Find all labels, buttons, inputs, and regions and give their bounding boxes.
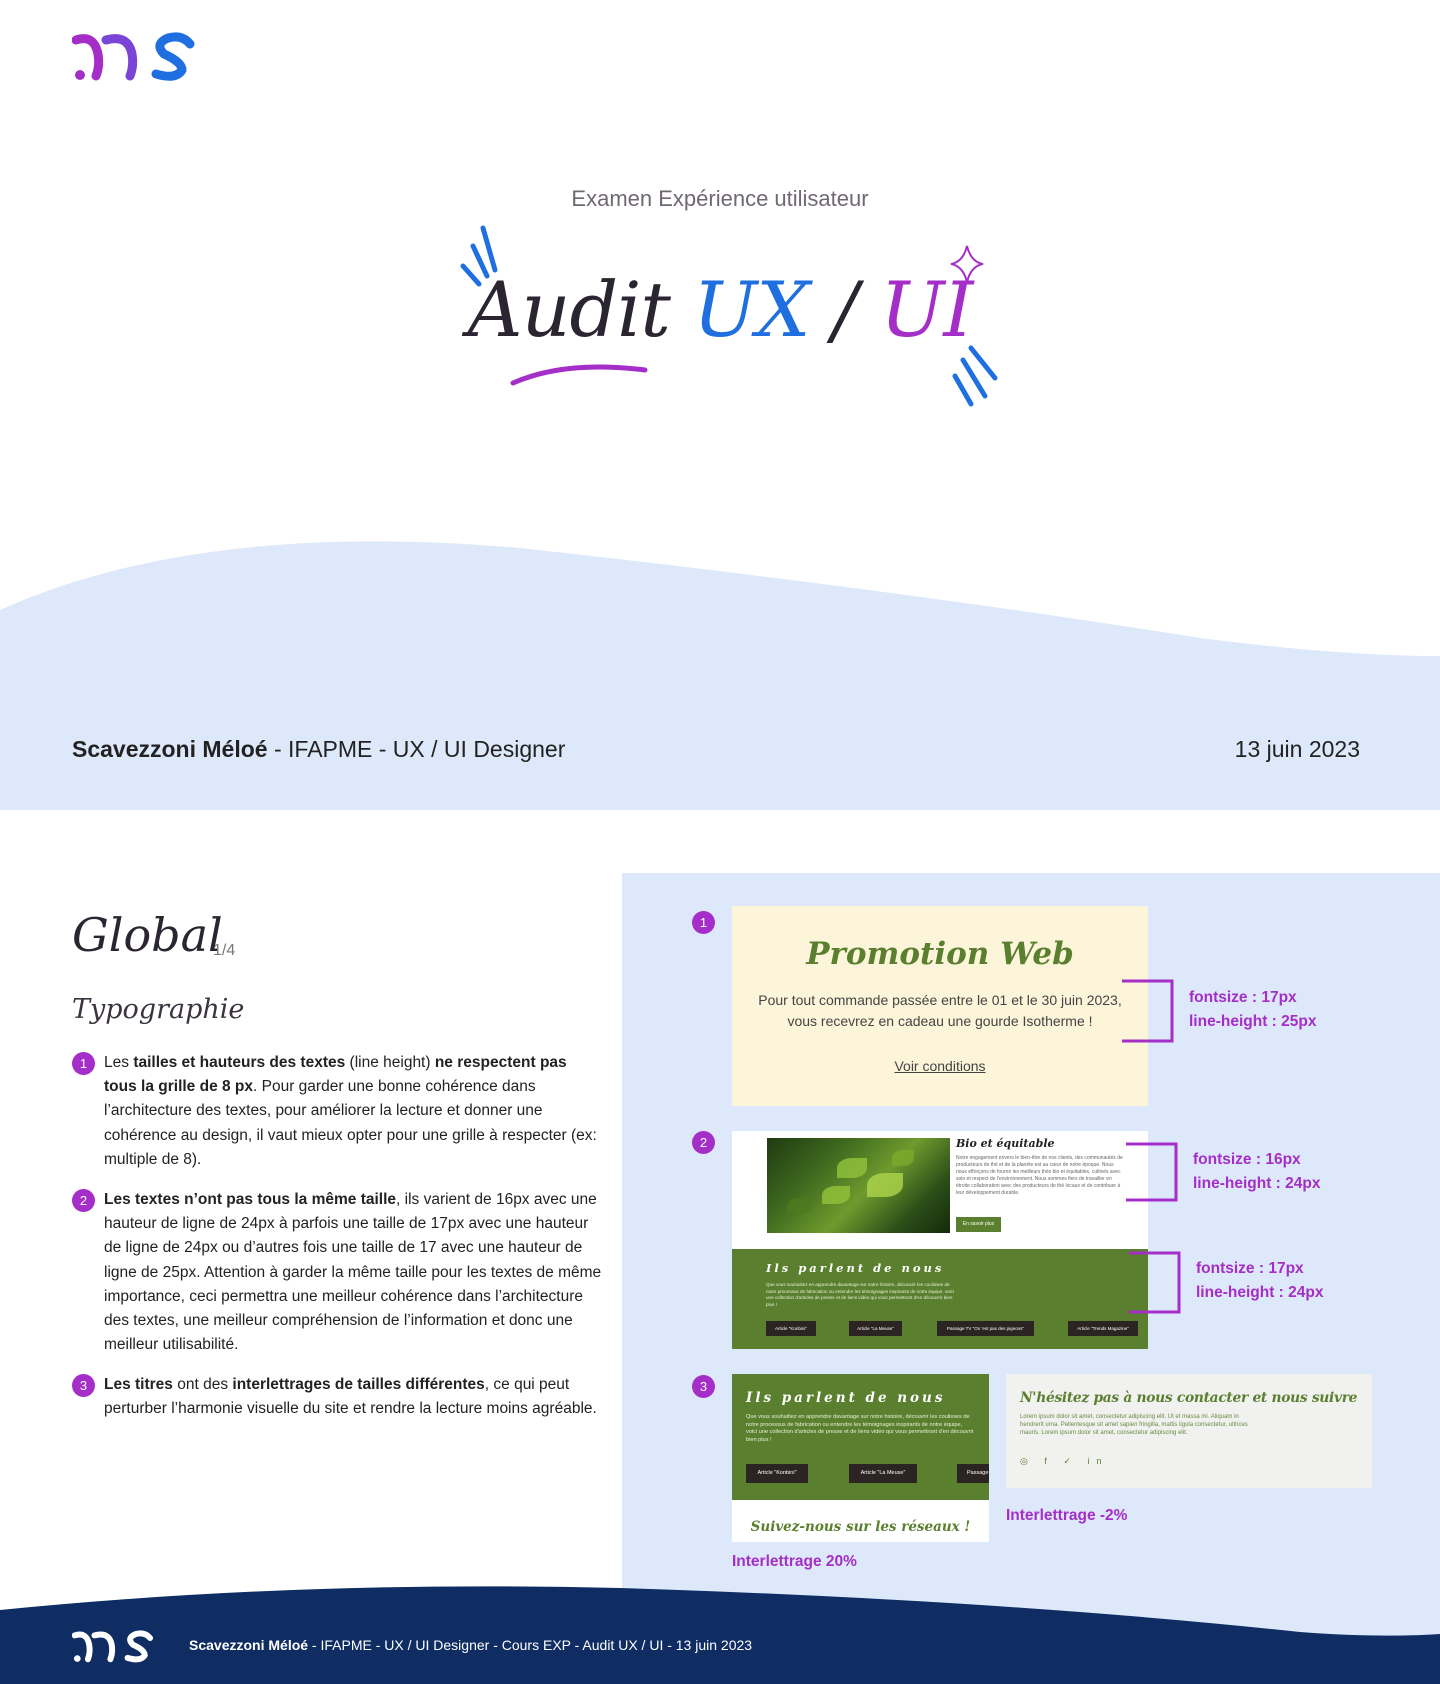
finding-number: 1	[72, 1052, 95, 1075]
annotation-1: fontsize : 17px line-height : 25px	[1189, 989, 1317, 1030]
author-role: - IFAPME - UX / UI Designer	[267, 736, 566, 762]
footer-credits: Scavezzoni Méloé - IFAPME - UX / UI Desi…	[189, 1637, 752, 1653]
press-button: Passage TV "On 'est pas des pigeons"	[937, 1321, 1034, 1336]
author-name: Scavezzoni Méloé	[72, 736, 268, 762]
press-text: Que vous souhaitiez en apprendre davanta…	[766, 1282, 954, 1307]
finding-number: 2	[72, 1189, 95, 1212]
contact-text: Lorem ipsum dolor sit amet, consectetur …	[1020, 1414, 1248, 1436]
finding-number: 3	[72, 1374, 95, 1397]
press-section-crop: Ils parlent de nous Que vous souhaitiez …	[732, 1374, 989, 1500]
promo-text: Pour tout commande passée entre le 01 et…	[758, 992, 1122, 1029]
ms-logo	[72, 32, 195, 81]
example-badge-2: 2	[692, 1131, 715, 1154]
press-button: Article "La Meuse"	[849, 1464, 917, 1483]
press-button: Passage	[957, 1464, 989, 1483]
press-title: Ils parlent de nous	[766, 1261, 945, 1275]
bracket-2a	[1126, 1142, 1178, 1202]
social-icons: ◎ f ✓ in	[1020, 1456, 1109, 1466]
slide-page-number: 1/4	[213, 942, 236, 959]
bracket-1	[1122, 979, 1174, 1043]
bio-card-text: Notre engagement envers le bien-être de …	[956, 1155, 1123, 1196]
cover-date: 13 juin 2023	[1234, 736, 1360, 762]
ms-logo-footer	[72, 1630, 154, 1663]
press-button: Article "La Meuse"	[849, 1321, 902, 1336]
underline-swoosh	[510, 364, 648, 386]
finding-2: 2 Les textes n’ont pas tous la même tail…	[72, 1188, 602, 1357]
follow-title: Suivez-nous sur les réseaux !	[750, 1519, 971, 1535]
promo-title: Promotion Web	[806, 936, 1074, 972]
footer-name: Scavezzoni Méloé	[189, 1637, 309, 1653]
bio-card-button: En savoir plus	[956, 1217, 1001, 1232]
annotation-2b: fontsize : 17px line-height : 24px	[1196, 1260, 1324, 1301]
cover-wave-band	[0, 541, 1440, 810]
press-title: Ils parlent de nous	[746, 1390, 946, 1406]
title-word-ui: UI	[880, 265, 973, 354]
promo-conditions-link: Voir conditions	[894, 1058, 986, 1074]
press-button: Article "Konbini"	[766, 1321, 816, 1336]
title-word-ux: UX	[693, 265, 810, 354]
press-text: Que vous souhaitiez en apprendre davanta…	[746, 1414, 974, 1443]
title-word-audit: Audit	[467, 265, 671, 354]
annotation-2a: fontsize : 16px line-height : 24px	[1193, 1151, 1321, 1192]
finding-3: 3 Les titres ont des interlettrages de t…	[72, 1373, 602, 1421]
bracket-2b	[1129, 1251, 1181, 1314]
promo-banner-screenshot: Promotion Web Pour tout commande passée …	[732, 906, 1148, 1106]
cover-subtitle: Examen Expérience utilisateur	[571, 186, 869, 211]
annotation-3-right: Interlettrage -2%	[1006, 1507, 1128, 1524]
section-title: Typographie	[72, 994, 245, 1025]
title-slash: /	[832, 265, 858, 354]
example-badge-3: 3	[692, 1375, 715, 1398]
slide-title: Global	[72, 908, 223, 962]
footer-details: - IFAPME - UX / UI Designer - Cours EXP …	[308, 1637, 753, 1653]
cover-author: Scavezzoni Méloé - IFAPME - UX / UI Desi…	[72, 736, 565, 763]
contact-title: N'hésitez pas à nous contacter et nous s…	[1020, 1390, 1358, 1406]
footer-band	[0, 1586, 1440, 1684]
bio-card-title: Bio et équitable	[956, 1137, 1055, 1150]
press-button: Article "Trends Magazine"	[1068, 1321, 1138, 1336]
press-section-screenshot: Ils parlent de nous Que vous souhaitiez …	[732, 1249, 1148, 1349]
tea-leaves-photo	[767, 1138, 950, 1233]
press-button: Article "Konbini"	[746, 1464, 808, 1483]
finding-1: 1 Les tailles et hauteurs des textes (li…	[72, 1051, 602, 1172]
example-badge-1: 1	[692, 911, 715, 934]
cover-title: Audit UX / UI	[0, 265, 1440, 354]
